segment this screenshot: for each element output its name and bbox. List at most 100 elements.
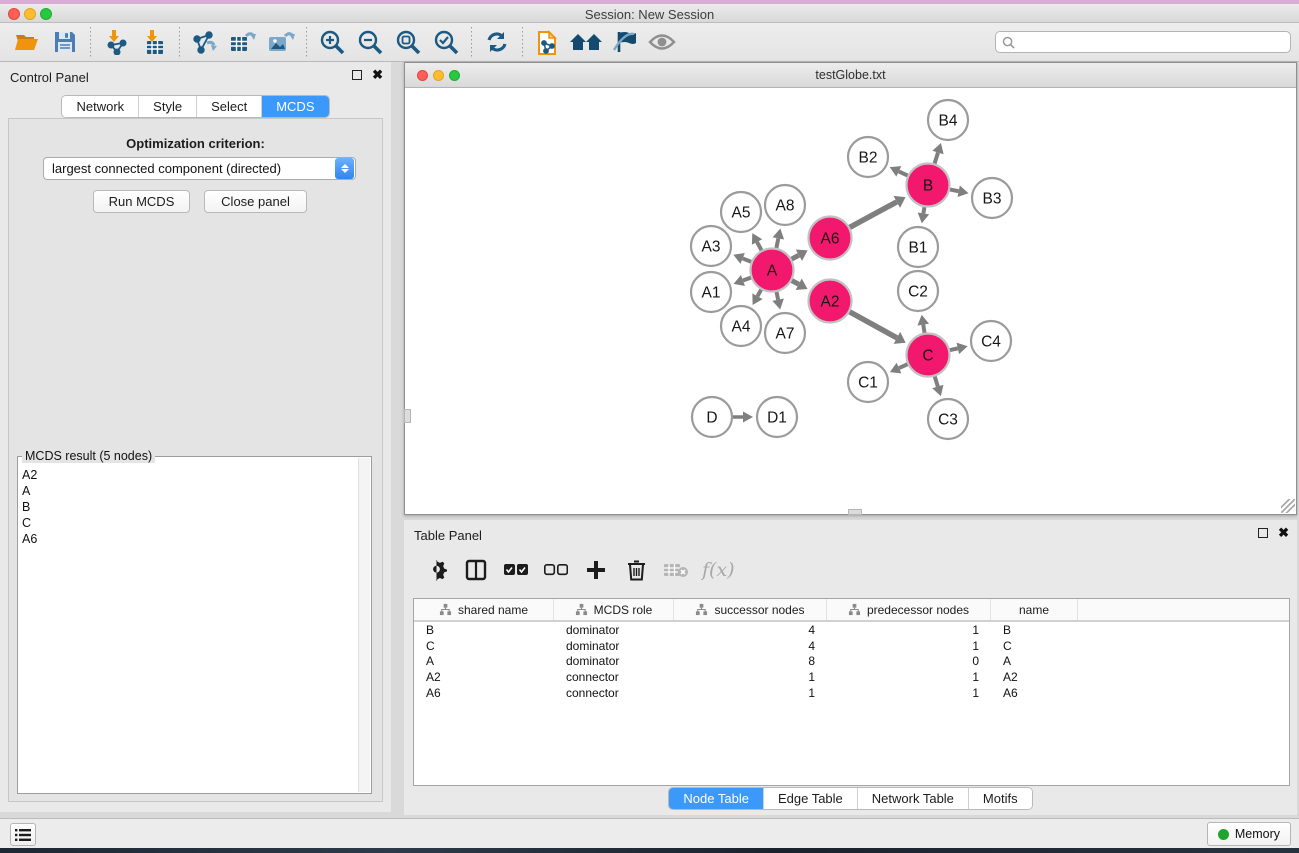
table-cell[interactable]: dominator — [554, 654, 674, 668]
import-table-button[interactable] — [135, 26, 173, 58]
table-cell[interactable]: A — [991, 654, 1078, 668]
graph-edge-A-A7[interactable] — [776, 291, 778, 300]
search-input[interactable] — [1019, 35, 1284, 49]
show-columns-button[interactable] — [462, 555, 490, 585]
deselect-all-button[interactable] — [542, 555, 570, 585]
float-panel-icon[interactable] — [1258, 528, 1268, 538]
zoom-fit-button[interactable] — [389, 26, 427, 58]
memory-button[interactable]: Memory — [1207, 822, 1291, 846]
resize-grip[interactable] — [1281, 499, 1295, 513]
graph-edge-A-A4[interactable] — [757, 289, 761, 296]
graph-edge-A-A2[interactable] — [791, 280, 799, 284]
table-cell[interactable]: A6 — [991, 686, 1078, 700]
table-settings-button[interactable] — [422, 555, 450, 585]
result-item[interactable]: A — [22, 483, 357, 499]
column-header-predecessor-nodes[interactable]: predecessor nodes — [827, 599, 991, 620]
table-cell[interactable]: dominator — [554, 639, 674, 653]
graph-edge-B-B4[interactable] — [934, 152, 938, 164]
graph-edge-C-C4[interactable] — [949, 348, 958, 350]
graph-edge-B-B3[interactable] — [949, 189, 959, 191]
splitter-handle[interactable] — [404, 409, 411, 423]
graph-edge-A-A8[interactable] — [776, 238, 778, 249]
table-cell[interactable]: B — [414, 623, 554, 637]
column-header-successor-nodes[interactable]: successor nodes — [674, 599, 827, 620]
zoom-in-button[interactable] — [313, 26, 351, 58]
table-cell[interactable]: C — [991, 639, 1078, 653]
new-network-from-file-button[interactable] — [529, 26, 567, 58]
import-network-button[interactable] — [97, 26, 135, 58]
home-button[interactable] — [567, 26, 605, 58]
table-cell[interactable]: 4 — [674, 623, 827, 637]
tab-style[interactable]: Style — [139, 96, 197, 117]
column-header-name[interactable]: name — [991, 599, 1078, 620]
table-cell[interactable]: 4 — [674, 639, 827, 653]
table-cell[interactable]: A2 — [991, 670, 1078, 684]
tab-motifs[interactable]: Motifs — [969, 788, 1032, 809]
table-row[interactable]: Bdominator41B — [414, 622, 1289, 638]
table-cell[interactable]: B — [991, 623, 1078, 637]
table-cell[interactable]: 1 — [674, 670, 827, 684]
tab-mcds[interactable]: MCDS — [262, 96, 328, 117]
table-cell[interactable]: connector — [554, 686, 674, 700]
network-canvas[interactable]: B4B2BB3A8A5A6B1A3AC2A1A2A4A7C4CC1DD1C3 — [405, 88, 1296, 514]
tab-edge-table[interactable]: Edge Table — [764, 788, 858, 809]
zoom-out-button[interactable] — [351, 26, 389, 58]
table-cell[interactable]: A2 — [414, 670, 554, 684]
table-cell[interactable]: 1 — [827, 670, 991, 684]
add-column-button[interactable] — [582, 555, 610, 585]
close-panel-icon[interactable]: ✖ — [1278, 528, 1289, 538]
table-cell[interactable]: 1 — [827, 623, 991, 637]
table-cell[interactable]: 1 — [827, 686, 991, 700]
export-table-button[interactable] — [224, 26, 262, 58]
table-cell[interactable]: 1 — [674, 686, 827, 700]
graph-edge-B-B2[interactable] — [899, 171, 909, 176]
show-eye-button[interactable] — [643, 26, 681, 58]
result-item[interactable]: B — [22, 499, 357, 515]
hide-panel-flag-button[interactable] — [605, 26, 643, 58]
task-history-button[interactable] — [10, 823, 36, 846]
save-session-button[interactable] — [46, 26, 84, 58]
mcds-result-list[interactable]: A2ABCA6 — [22, 467, 357, 791]
delete-table-button[interactable] — [662, 555, 690, 585]
result-item[interactable]: A2 — [22, 467, 357, 483]
open-file-button[interactable] — [8, 26, 46, 58]
tab-network-table[interactable]: Network Table — [858, 788, 969, 809]
graph-edge-A-A1[interactable] — [743, 277, 752, 280]
graph-edge-A-A5[interactable] — [757, 242, 762, 251]
result-scrollbar[interactable] — [358, 458, 370, 792]
graph-edge-C-C1[interactable] — [899, 364, 908, 368]
table-row[interactable]: A6connector11A6 — [414, 685, 1289, 701]
table-cell[interactable]: A6 — [414, 686, 554, 700]
close-panel-icon[interactable]: ✖ — [372, 70, 383, 80]
node-table[interactable]: shared nameMCDS rolesuccessor nodesprede… — [413, 598, 1290, 786]
refresh-button[interactable] — [478, 26, 516, 58]
table-row[interactable]: Adominator80A — [414, 653, 1289, 669]
column-header-MCDS-role[interactable]: MCDS role — [554, 599, 674, 620]
delete-column-button[interactable] — [622, 555, 650, 585]
export-image-button[interactable] — [262, 26, 300, 58]
network-window-titlebar[interactable]: testGlobe.txt — [405, 63, 1296, 88]
table-cell[interactable]: C — [414, 639, 554, 653]
graph-edge-C-C3[interactable] — [934, 376, 937, 387]
function-builder-button[interactable]: f(x) — [702, 559, 735, 581]
zoom-selected-button[interactable] — [427, 26, 465, 58]
tab-network[interactable]: Network — [62, 96, 139, 117]
table-cell[interactable]: dominator — [554, 623, 674, 637]
optimization-criterion-select[interactable]: largest connected component (directed) — [43, 157, 356, 180]
tab-select[interactable]: Select — [197, 96, 262, 117]
select-all-button[interactable] — [502, 555, 530, 585]
table-cell[interactable]: 8 — [674, 654, 827, 668]
graph-edge-A-A6[interactable] — [791, 255, 799, 259]
float-panel-icon[interactable] — [352, 70, 362, 80]
splitter-handle[interactable] — [848, 509, 862, 515]
column-header-shared-name[interactable]: shared name — [414, 599, 554, 620]
table-cell[interactable]: connector — [554, 670, 674, 684]
export-network-button[interactable] — [186, 26, 224, 58]
run-mcds-button[interactable]: Run MCDS — [93, 190, 190, 213]
table-cell[interactable]: 0 — [827, 654, 991, 668]
graph-edge-C-C2[interactable] — [923, 325, 924, 334]
graph-edge-A-A3[interactable] — [743, 258, 752, 262]
tab-node-table[interactable]: Node Table — [669, 788, 764, 809]
result-item[interactable]: A6 — [22, 531, 357, 547]
table-cell[interactable]: 1 — [827, 639, 991, 653]
